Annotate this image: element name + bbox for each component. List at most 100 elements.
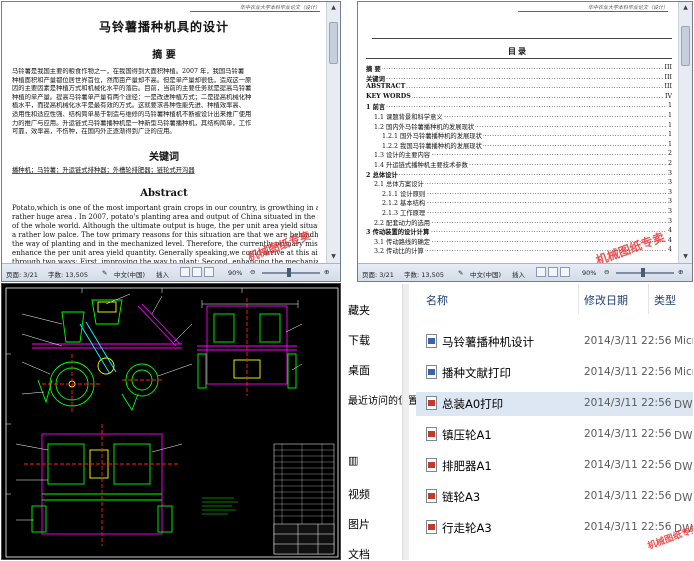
toc-entry[interactable]: ........................................… [366,92,672,102]
zoom-out-icon[interactable]: ⊖ [604,268,609,276]
status-page[interactable]: 页面: 3/21 [6,269,38,279]
status-words[interactable]: 字数: 13,505 [404,269,444,279]
status-words[interactable]: 字数: 13,505 [48,269,88,279]
page-header: 华中农业大学本科毕业论文（设计） [518,4,668,12]
web-view-icon[interactable] [560,267,570,277]
toc-entry-label: 2 总体设计 [366,169,399,179]
toc-entry[interactable]: ........................................… [366,64,672,73]
scroll-thumb[interactable] [329,22,338,64]
abstract-body: 马铃薯是我国主要的粮食作物之一，在我国得到大面积种植。2007 年，我国马铃薯种… [12,68,318,137]
toc-entry[interactable]: ........................................… [382,198,672,208]
toc-divider [366,58,672,59]
proofing-icon[interactable]: ✎ [102,269,107,277]
toc-entry[interactable]: ........................................… [366,227,672,237]
file-modified-date: 2014/3/11 22:56 [584,366,672,378]
nav-item-desktop[interactable]: 桌面 [348,362,370,378]
toc-entry[interactable]: ........................................… [374,150,672,160]
file-row[interactable]: 排肥器A1 2014/3/11 22:56DWG 文 [416,454,693,478]
scroll-up-icon[interactable]: ▲ [681,4,690,12]
toc-entry[interactable]: ........................................… [382,140,672,150]
library-icon[interactable]: ▥ [348,454,358,467]
toc-entry[interactable]: ........................................… [382,188,672,198]
scroll-down-icon[interactable]: ▼ [329,253,338,261]
toc-entry-page: III [663,73,672,81]
cad-drawing-viewport[interactable] [1,283,341,560]
toc-title: 目录 [508,46,528,56]
nav-item-favorites[interactable]: 藏夹 [348,302,370,318]
toc-entry[interactable]: ........................................… [366,73,672,83]
abstract-line: 种植的单产量。提高马铃薯单产量有两个途径：一是改进种植方式；二是提高机械化种 [12,93,252,101]
zoom-in-icon[interactable]: ⊕ [324,268,329,276]
file-row[interactable]: 马铃薯播种机设计 2014/3/11 22:56Micros [416,330,693,354]
toc-leader-dots: ........................................… [366,73,672,81]
abstract-en-heading: Abstract [140,188,188,199]
toc-entry[interactable]: ........................................… [374,217,672,227]
nav-item-downloads[interactable]: 下载 [348,332,370,348]
dwg-file-icon [426,520,437,534]
zoom-slider-knob[interactable] [641,268,645,277]
toc-entry-page: 2 [666,150,672,158]
dwg-file-icon [426,489,437,503]
toc-entry[interactable]: ........................................… [382,131,672,141]
toc-entry[interactable]: ........................................… [374,160,672,169]
scroll-up-icon[interactable]: ▲ [329,4,338,12]
status-page[interactable]: 页面: 3/21 [362,269,394,279]
toc-entry-label: 3.2 传动比的计算 [374,246,425,256]
column-divider[interactable] [648,284,649,314]
file-row[interactable]: 链轮A3 2014/3/11 22:56DWG 文 [416,485,693,509]
file-row[interactable]: 播种文献打印 2014/3/11 22:56Micros [416,361,693,385]
toc-entry-page: 1 [666,112,672,119]
scroll-down-icon[interactable]: ▼ [681,253,690,261]
nav-item-pictures[interactable]: 图片 [348,516,370,532]
word-file-icon [426,365,437,379]
status-mode[interactable]: 插入 [512,269,525,279]
reading-view-icon[interactable] [548,267,558,277]
toc-entry[interactable]: ........................................… [374,121,672,131]
print-layout-view-icon[interactable] [536,267,546,277]
zoom-out-icon[interactable]: ⊖ [250,268,255,276]
proofing-icon[interactable]: ✎ [458,269,463,277]
vertical-scrollbar[interactable]: ▲ ▼ [326,2,340,263]
column-header-date[interactable]: 修改日期 [584,292,628,308]
file-name: 排肥器A1 [442,459,492,473]
zoom-slider[interactable] [262,272,320,274]
toc-entry-label: 1 前言 [366,102,387,112]
toc-entry[interactable]: ........................................… [374,112,672,121]
column-divider[interactable] [578,284,579,314]
status-language[interactable]: 中文(中国) [114,269,145,279]
toc-entry-label: 1.1 课题背景和科学意义 [374,112,444,121]
zoom-in-icon[interactable]: ⊕ [678,268,683,276]
file-row[interactable]: 镇压轮A1 2014/3/11 22:56DWG 文 [416,423,693,447]
vertical-scrollbar[interactable]: ▲ ▼ [678,2,692,263]
print-layout-view-icon[interactable] [180,267,190,277]
toc-entry-page: 3 [666,198,672,206]
nav-item-documents[interactable]: 文档 [348,546,370,560]
toc-entry[interactable]: ........................................… [366,83,672,92]
toc-entry-label: 1.4 升运链式播种机主要技术参数 [374,160,469,169]
toc-entry[interactable]: ........................................… [374,179,672,189]
plan-view [15,424,183,546]
navigation-scrollbar[interactable] [402,284,409,560]
toc-entry[interactable]: ........................................… [366,102,672,112]
web-view-icon[interactable] [204,267,214,277]
reading-view-icon[interactable] [192,267,202,277]
zoom-slider-knob[interactable] [287,268,291,277]
toc-entry[interactable]: ........................................… [382,208,672,217]
column-header-type[interactable]: 类型 [654,292,676,308]
status-zoom[interactable]: 90% [582,269,596,277]
status-zoom[interactable]: 90% [228,269,242,277]
scroll-thumb[interactable] [681,26,690,66]
file-type: DWG 文 [674,492,693,504]
nav-item-videos[interactable]: 视频 [348,486,370,502]
zoom-slider[interactable] [616,272,674,274]
status-language[interactable]: 中文(中国) [470,269,501,279]
toc-entry-page: 4 [666,227,672,235]
status-mode[interactable]: 插入 [156,269,169,279]
file-row[interactable]: 总装A0打印 2014/3/11 22:56DWG 文 [416,392,693,416]
column-header-name[interactable]: 名称 [426,292,448,308]
page-header: 华中农业大学本科毕业论文（设计） [190,4,320,12]
abstract-en-line: Potato,which is one of the most importan… [12,204,318,212]
front-view [197,298,303,396]
toc-entry[interactable]: ........................................… [366,169,672,179]
file-type: Micros [674,366,693,378]
